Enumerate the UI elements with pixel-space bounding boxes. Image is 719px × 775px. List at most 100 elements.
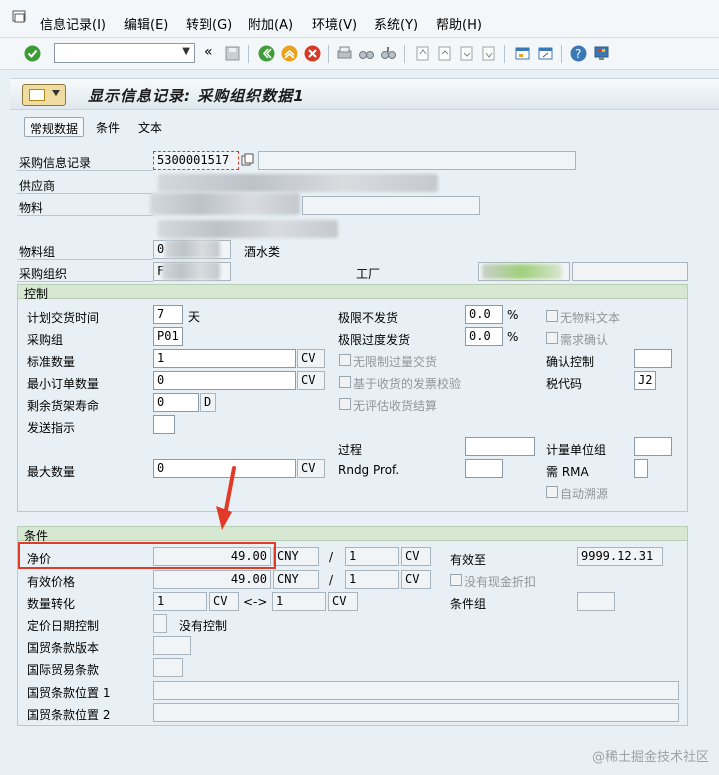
- purch-group-field[interactable]: P01: [153, 327, 183, 346]
- no-cash-discount-checkbox[interactable]: [450, 574, 462, 586]
- command-field[interactable]: ▼: [54, 43, 195, 63]
- minimum-order-quantity-field[interactable]: 0: [153, 371, 296, 390]
- gr-based-iv-checkbox[interactable]: [339, 376, 351, 388]
- effective-price-label: 有效价格: [27, 575, 76, 589]
- menu-item-edit[interactable]: 编辑(E): [124, 14, 168, 33]
- pricing-date-control-label: 定价日期控制: [27, 619, 100, 633]
- no-material-text-checkbox[interactable]: [546, 310, 558, 322]
- info-record-description-field: [258, 151, 576, 170]
- menu-item-goto[interactable]: 转到(G): [186, 14, 232, 33]
- info-record-field[interactable]: 5300001517: [153, 151, 239, 170]
- gr-based-iv-label: 基于收货的发票校验: [353, 377, 462, 391]
- menu-item-info-record[interactable]: 信息记录(I): [40, 14, 106, 33]
- print-icon[interactable]: [336, 45, 353, 62]
- procedure-label: 过程: [338, 443, 363, 457]
- cancel-icon[interactable]: [304, 45, 321, 62]
- conditions-button[interactable]: 条件: [91, 117, 125, 137]
- shipping-instructions-field[interactable]: [153, 415, 175, 434]
- standard-quantity-field[interactable]: 1: [153, 349, 296, 368]
- incoterms-version-field[interactable]: [153, 636, 191, 655]
- planned-delivery-field[interactable]: 7: [153, 305, 183, 324]
- underdelivery-percent: %: [507, 308, 519, 322]
- purch-org-label: 采购组织: [19, 267, 68, 281]
- shipping-instructions-label: 发送指示: [27, 421, 76, 435]
- find-icon[interactable]: [358, 45, 375, 62]
- svg-text:?: ?: [575, 47, 581, 61]
- net-price-per-field[interactable]: 1: [345, 547, 399, 566]
- net-price-slash: /: [329, 550, 334, 564]
- tax-code-field[interactable]: J2: [634, 371, 656, 390]
- first-page-icon[interactable]: [414, 45, 431, 62]
- maximum-quantity-unit: CV: [297, 459, 325, 478]
- incoterms-location2-label: 国贸条款位置 2: [27, 708, 111, 722]
- minimum-order-quantity-unit: CV: [297, 371, 325, 390]
- remaining-shelf-life-label: 剩余货架寿命: [27, 399, 100, 413]
- quantity-conversion-label: 数量转化: [27, 597, 76, 611]
- menu-bar: 信息记录(I) 编辑(E) 转到(G) 附加(A) 环境(V) 系统(Y) 帮助…: [0, 0, 719, 38]
- underdelivery-tolerance-field[interactable]: 0.0: [465, 305, 503, 324]
- copy-icon[interactable]: [241, 153, 255, 167]
- ack-required-label: 需求确认: [560, 333, 609, 347]
- menu-item-help[interactable]: 帮助(H): [436, 14, 482, 33]
- material-extra-redacted: [158, 220, 338, 238]
- chevron-down-icon[interactable]: ▼: [182, 46, 190, 57]
- standard-quantity-label: 标准数量: [27, 355, 76, 369]
- watermark: @稀土掘金技术社区: [591, 750, 709, 765]
- overdelivery-tolerance-label: 极限过度发货: [338, 333, 411, 347]
- effective-price-field[interactable]: 49.00: [153, 570, 271, 589]
- enter-check-icon[interactable]: [24, 45, 41, 62]
- pricing-date-control-field[interactable]: [153, 614, 167, 633]
- procedure-field[interactable]: [465, 437, 535, 456]
- condition-group-field[interactable]: [577, 592, 615, 611]
- remaining-shelf-life-field[interactable]: 0: [153, 393, 199, 412]
- exit-icon[interactable]: [281, 45, 298, 62]
- no-eval-gr-checkbox[interactable]: [339, 398, 351, 410]
- plant-label: 工厂: [356, 267, 381, 281]
- menu-icon[interactable]: [12, 10, 28, 24]
- confirmation-control-field[interactable]: [634, 349, 672, 368]
- save-icon[interactable]: [224, 45, 241, 62]
- overdelivery-tolerance-field[interactable]: 0.0: [465, 327, 503, 346]
- incoterms-location1-field[interactable]: [153, 681, 679, 700]
- auto-sourcing-label: 自动溯源: [560, 487, 609, 501]
- menu-item-environment[interactable]: 环境(V): [312, 14, 357, 33]
- effective-price-per-field[interactable]: 1: [345, 570, 399, 589]
- arrow-down-icon: [216, 466, 236, 530]
- valid-to-field[interactable]: 9999.12.31: [577, 547, 663, 566]
- quantity-conversion-from-field[interactable]: 1: [153, 592, 207, 611]
- uom-group-field[interactable]: [634, 437, 672, 456]
- customize-layout-icon[interactable]: [593, 45, 610, 62]
- new-session-icon[interactable]: [514, 45, 531, 62]
- uom-group-label: 计量单位组: [546, 443, 607, 457]
- last-page-icon[interactable]: [480, 45, 497, 62]
- rma-required-field[interactable]: [634, 459, 648, 478]
- standard-toolbar: ▼ « ?: [0, 38, 719, 70]
- back-icon[interactable]: [258, 45, 275, 62]
- help-icon[interactable]: ?: [570, 45, 587, 62]
- next-page-icon[interactable]: [458, 45, 475, 62]
- incoterms-location2-field[interactable]: [153, 703, 679, 722]
- unlimited-overdelivery-checkbox[interactable]: [339, 354, 351, 366]
- texts-button[interactable]: 文本: [133, 117, 167, 137]
- general-data-button[interactable]: 常规数据: [24, 117, 85, 137]
- gui-actions-button[interactable]: [22, 84, 66, 106]
- valid-to-label: 有效至: [450, 553, 487, 567]
- plant-description-field: [572, 262, 688, 281]
- auto-sourcing-checkbox[interactable]: [546, 486, 558, 498]
- rounding-profile-field[interactable]: [465, 459, 503, 478]
- net-price-currency: CNY: [273, 547, 319, 566]
- incoterms-field[interactable]: [153, 658, 183, 677]
- pricing-date-control-text: 没有控制: [179, 619, 228, 633]
- quantity-conversion-to-unit: CV: [328, 592, 358, 611]
- double-chevron-left-icon[interactable]: «: [204, 44, 213, 60]
- menu-item-extras[interactable]: 附加(A): [248, 14, 293, 33]
- shortcut-icon[interactable]: [537, 45, 554, 62]
- ack-required-checkbox[interactable]: [546, 332, 558, 344]
- find-next-icon[interactable]: [380, 45, 397, 62]
- menu-item-system[interactable]: 系统(Y): [374, 14, 418, 33]
- overdelivery-percent: %: [507, 330, 519, 344]
- quantity-conversion-to-field[interactable]: 1: [272, 592, 326, 611]
- incoterms-location1-label: 国贸条款位置 1: [27, 686, 111, 700]
- quantity-conversion-from-unit: CV: [209, 592, 239, 611]
- previous-page-icon[interactable]: [436, 45, 453, 62]
